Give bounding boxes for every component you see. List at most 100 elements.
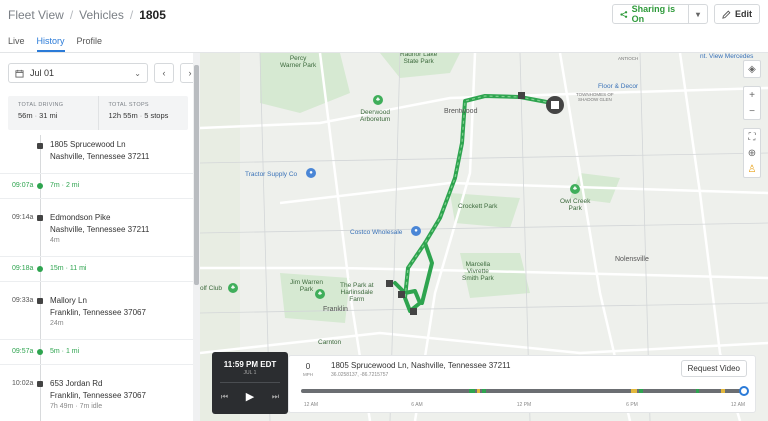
playback-panel: 11:59 PM EDT JUL 1 ⏮ ▶ ⏭ bbox=[212, 352, 288, 414]
zoom-in-button[interactable]: + bbox=[744, 87, 760, 103]
location-timeline: 0 MPH 1805 Sprucewood Ln, Nashville, Ten… bbox=[288, 355, 756, 413]
speed-value: 0 bbox=[305, 362, 311, 371]
drive-info: 15m · 11 mi bbox=[50, 265, 87, 272]
stops-count: 5 stops bbox=[144, 111, 169, 120]
divider bbox=[220, 382, 280, 383]
timeline-stop[interactable]: 09:14a Edmondson Pike Nashville, Tenness… bbox=[0, 199, 193, 253]
stop-segment bbox=[721, 389, 725, 393]
total-driving-value: 56m · 31 mi bbox=[18, 111, 58, 120]
stop-segment bbox=[631, 389, 637, 393]
map-label-percy-warner: Percy Warner Park bbox=[280, 55, 317, 70]
golf-icon[interactable]: ♣ bbox=[228, 283, 238, 293]
locate-icon[interactable]: ⊕ bbox=[744, 145, 760, 161]
street-view-icon[interactable]: ♙ bbox=[744, 161, 760, 177]
map-label-golf: olf Club bbox=[200, 285, 223, 292]
stop-duration: 4m bbox=[50, 237, 60, 244]
drive-segment bbox=[696, 389, 699, 393]
park-icon[interactable]: ♣ bbox=[570, 184, 580, 194]
fullscreen-icon[interactable]: ⛶ bbox=[744, 129, 760, 145]
history-panel: Jul 01 ⌄ ‹ › TOTAL DRIVING 56m · 31 mi TOT… bbox=[0, 53, 200, 421]
tick-label: 12 AM bbox=[303, 402, 319, 408]
speed-readout: 0 MPH bbox=[303, 362, 313, 377]
drive-info: 5m · 1 mi bbox=[50, 348, 80, 355]
timeline-drive[interactable]: 09:07a 7m · 2 mi bbox=[0, 173, 193, 199]
map-label-tractor: Tractor Supply Co bbox=[245, 171, 298, 178]
map-label-radnor: Radnor Lake State Park bbox=[400, 53, 438, 66]
map-label-floor-decor: Floor & Decor bbox=[598, 83, 639, 90]
timeline-stop[interactable]: 10:02a 653 Jordan Rd Franklin, Tennessee… bbox=[0, 365, 193, 421]
pencil-icon bbox=[722, 10, 731, 19]
chevron-right-icon: › bbox=[188, 68, 192, 78]
chevron-left-icon: ‹ bbox=[162, 68, 166, 78]
breadcrumb-vehicles[interactable]: Vehicles bbox=[79, 8, 124, 22]
drive-dot-icon bbox=[37, 266, 43, 272]
stop-duration: 24m bbox=[50, 320, 64, 327]
previous-day-button[interactable]: ‹ bbox=[154, 63, 174, 83]
play-icon[interactable]: ▶ bbox=[246, 390, 254, 403]
stop-segment bbox=[477, 389, 480, 393]
stop-address: Edmondson Pike bbox=[50, 213, 111, 222]
map-label-brentwood: Brentwood bbox=[444, 108, 478, 115]
breadcrumb-fleet-view[interactable]: Fleet View bbox=[8, 8, 64, 22]
drive-start-time: 09:18a bbox=[12, 265, 34, 272]
shop-icon[interactable]: ● bbox=[306, 168, 316, 178]
date-select[interactable]: Jul 01 ⌄ bbox=[8, 63, 148, 83]
request-video-button[interactable]: Request Video bbox=[680, 360, 747, 377]
map-label-harlinsdale: The Park at Harlinsdale Farm bbox=[340, 282, 374, 304]
breadcrumb-separator: / bbox=[129, 8, 134, 22]
current-address: 1805 Sprucewood Ln, Nashville, Tennessee… bbox=[331, 361, 511, 370]
breadcrumb-separator: / bbox=[69, 8, 74, 22]
page-header: Fleet View / Vehicles / 1805 Sharing is … bbox=[0, 0, 768, 30]
panel-scrollbar[interactable] bbox=[193, 53, 200, 421]
tick-label: 6 AM bbox=[411, 402, 423, 408]
tab-profile[interactable]: Profile bbox=[77, 30, 103, 52]
total-driving-label: TOTAL DRIVING bbox=[18, 102, 64, 108]
park-icon[interactable]: ♣ bbox=[373, 95, 383, 105]
map-label-carnton: Carnton bbox=[318, 339, 342, 346]
sharing-button[interactable]: Sharing is On ▾ bbox=[612, 4, 708, 24]
stop-address: 1805 Sprucewood Ln bbox=[50, 140, 126, 149]
sharing-label: Sharing is On bbox=[631, 4, 676, 24]
tab-history[interactable]: History bbox=[36, 30, 65, 52]
speed-unit: MPH bbox=[303, 372, 313, 377]
slider-handle[interactable] bbox=[739, 386, 749, 396]
stop-address: 653 Jordan Rd bbox=[50, 379, 103, 388]
stop-city: Nashville, Tennessee 37211 bbox=[50, 225, 150, 234]
map-label-antioch: ANTIOCH bbox=[618, 56, 639, 61]
stop-marker-icon bbox=[37, 215, 43, 221]
stop-marker-icon bbox=[37, 143, 43, 149]
edit-label: Edit bbox=[735, 9, 752, 19]
timeline-stop[interactable]: 09:33a Mallory Ln Franklin, Tennessee 37… bbox=[0, 282, 193, 338]
driving-distance: 31 mi bbox=[39, 111, 58, 120]
map-label-costco: Costco Wholesale bbox=[350, 229, 403, 236]
zoom-out-button[interactable]: − bbox=[744, 103, 760, 119]
skip-forward-icon[interactable]: ⏭ bbox=[272, 392, 279, 402]
chevron-down-icon[interactable]: ▾ bbox=[689, 10, 707, 19]
map-label-crockett: Crockett Park bbox=[458, 203, 498, 210]
stop-time: 10:02a bbox=[12, 380, 34, 387]
timeline-slider[interactable] bbox=[301, 386, 749, 396]
skip-back-icon[interactable]: ⏮ bbox=[221, 392, 228, 402]
shop-icon[interactable]: ● bbox=[411, 226, 421, 236]
tab-bar: Live History Profile bbox=[0, 30, 205, 52]
layers-button[interactable]: ◈ bbox=[743, 60, 761, 78]
timeline-stop[interactable]: 1805 Sprucewood Ln Nashville, Tennessee … bbox=[0, 135, 193, 173]
timeline-drive[interactable]: 09:18a 15m · 11 mi bbox=[0, 256, 193, 282]
map-label-owl-creek: Owl Creek Park bbox=[560, 198, 591, 213]
scroll-thumb[interactable] bbox=[194, 65, 199, 285]
drive-info: 7m · 2 mi bbox=[50, 182, 80, 189]
stop-duration: 7h 49m · 7m idle bbox=[50, 403, 103, 410]
date-value: Jul 01 bbox=[30, 68, 55, 78]
tick-label: 12 AM bbox=[730, 402, 746, 408]
stop-time: 09:14a bbox=[12, 214, 34, 221]
drive-segment bbox=[639, 389, 643, 393]
timeline-drive[interactable]: 09:57a 5m · 1 mi bbox=[0, 339, 193, 365]
page-title: 1805 bbox=[139, 8, 166, 22]
playback-date: JUL 1 bbox=[243, 370, 257, 376]
calendar-icon bbox=[15, 69, 24, 78]
stop-time: 09:33a bbox=[12, 297, 34, 304]
tab-live[interactable]: Live bbox=[8, 30, 25, 52]
edit-button[interactable]: Edit bbox=[714, 4, 760, 24]
stop-marker-icon bbox=[37, 298, 43, 304]
map-label-marcella: Marcella Vivrette Smith Park bbox=[462, 261, 494, 283]
